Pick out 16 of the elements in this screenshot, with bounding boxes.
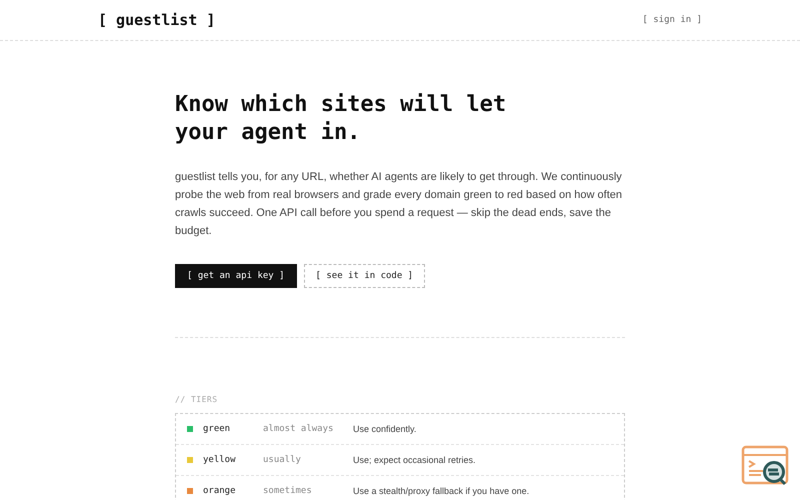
section-label: // TIERS bbox=[175, 395, 218, 404]
tier-advice: Use; expect occasional retries. bbox=[353, 455, 477, 465]
api-key-button[interactable]: [ get an api key ] bbox=[175, 264, 297, 288]
tier-frequency: usually bbox=[263, 455, 302, 465]
tier-name: green bbox=[203, 424, 232, 434]
tier-advice: Use confidently. bbox=[353, 424, 418, 434]
tier-advice: Use a stealth/proxy fallback if you have one. bbox=[353, 486, 530, 496]
tier-name: yellow bbox=[203, 455, 237, 465]
sign-in-link[interactable]: [ sign in ] bbox=[642, 15, 702, 25]
hero-heading: Know which sites will let your agent in. bbox=[175, 91, 508, 147]
logo[interactable]: [ guestlist ] bbox=[98, 11, 216, 29]
code-button[interactable]: [ see it in code ] bbox=[304, 264, 426, 288]
tier-frequency: sometimes bbox=[263, 486, 313, 496]
tier-name: orange bbox=[203, 486, 237, 496]
tier-frequency: almost always bbox=[263, 424, 334, 434]
hero-description: guestlist tells you, for any URL, whether AI agents are likely to get through. We continuously probe the web from real browsers and grade every domain green to red based on how often crawls succeed. One API call before you spend a request — skip the dead ends, save the budget. bbox=[175, 170, 623, 239]
